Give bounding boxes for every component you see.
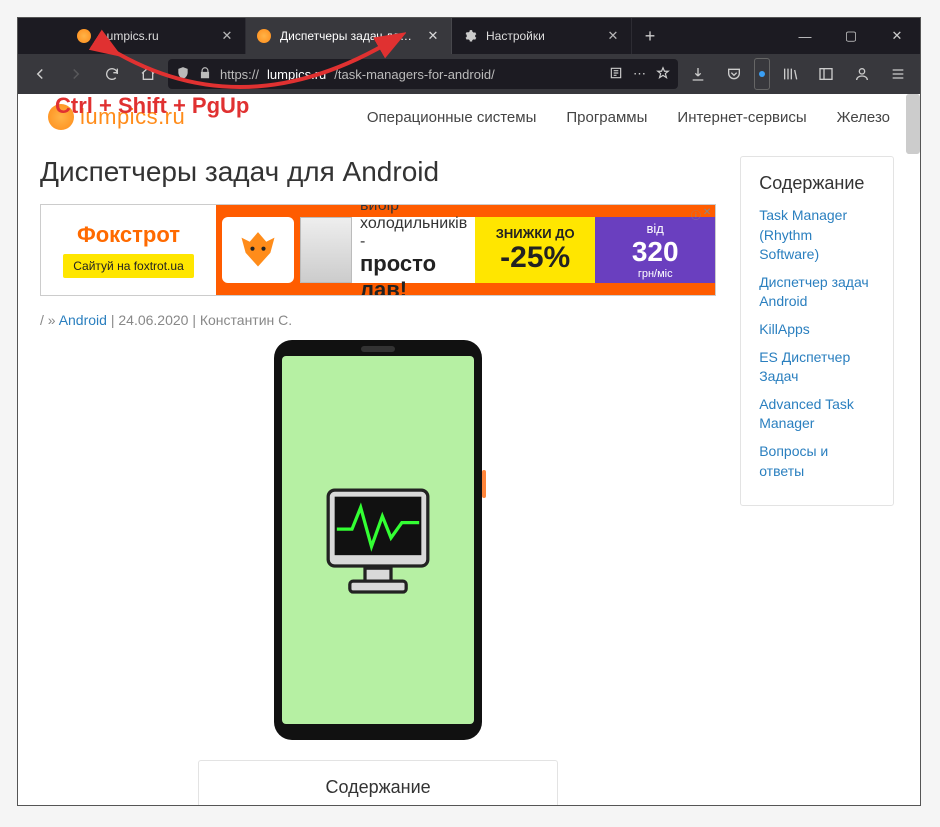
toc-link[interactable]: KillApps [759,320,875,340]
ad-price-from: від [647,221,664,236]
ad-price-value: 320 [632,236,679,268]
ad-close-icon[interactable]: ✕ [703,207,711,222]
ad-text-1: вибір холодильників - [360,204,467,251]
home-button[interactable] [132,58,164,90]
ad-price-unit: грн/міс [638,268,673,280]
maximize-button[interactable]: ▢ [828,18,874,54]
tab-title: Lumpics.ru [100,29,211,43]
pocket-icon[interactable] [718,58,750,90]
orange-favicon-icon [256,28,272,44]
tabstrip-lead-space [18,18,66,54]
forward-button[interactable] [60,58,92,90]
tab-settings[interactable]: Настройки ✕ [452,18,632,54]
sidebar: Содержание Task Manager (Rhythm Software… [740,156,894,805]
fox-icon [222,217,294,283]
address-bar[interactable]: https:// lumpics.ru/task-managers-for-and… [168,59,678,89]
library-icon[interactable] [774,58,806,90]
toc-card-bottom: Содержание Task Manager (Rhythm Software… [198,760,558,805]
nav-internet[interactable]: Интернет-сервисы [677,109,806,126]
orange-logo-icon [48,104,74,130]
toc-link[interactable]: ES Диспетчер Задач [759,348,875,387]
ad-text-2: просто лав! [360,251,467,296]
shield-icon [176,66,190,83]
nav-bar: https:// lumpics.ru/task-managers-for-and… [18,54,920,94]
reader-mode-icon[interactable] [609,66,623,83]
tab-lumpics[interactable]: Lumpics.ru ✕ [66,18,246,54]
back-button[interactable] [24,58,56,90]
site-nav: Операционные системы Программы Интернет-… [367,109,890,126]
ad-discount-label: ЗНИЖКИ ДО [496,226,575,241]
container-indicator-icon[interactable] [754,58,770,90]
close-tab-icon[interactable]: ✕ [605,28,621,44]
site-logo-text: lumpics.ru [80,104,185,130]
article-title: Диспетчеры задач для Android [40,156,716,188]
ad-brand: Фокстрот [77,222,180,248]
scrollbar-thumb[interactable] [906,94,920,154]
fridge-icon [300,217,352,283]
toc-link[interactable]: Advanced Task Manager [759,395,875,434]
ad-brand-button[interactable]: Сайтуй на foxtrot.ua [63,254,194,278]
breadcrumb-link[interactable]: Android [59,312,107,328]
site-header: lumpics.ru Операционные системы Программ… [18,94,920,136]
close-window-button[interactable]: ✕ [874,18,920,54]
nav-os[interactable]: Операционные системы [367,109,537,126]
lock-icon [198,66,212,83]
gear-icon [462,28,478,44]
toc-title: Содержание [759,173,875,194]
ad-banner[interactable]: Фокстрот Сайтуй на foxtrot.ua вибір холо… [40,204,716,296]
orange-favicon-icon [76,28,92,44]
breadcrumb: / » Android | 24.06.2020 | Константин С. [40,312,716,328]
nav-programs[interactable]: Программы [566,109,647,126]
ad-discount-value: -25% [500,241,570,275]
menu-icon[interactable] [882,58,914,90]
close-tab-icon[interactable]: ✕ [425,28,441,44]
bookmark-star-icon[interactable] [656,66,670,83]
page-actions-icon[interactable]: ⋯ [633,66,646,83]
phone-speaker-icon [361,346,395,352]
nav-hardware[interactable]: Железо [837,109,890,126]
tab-title: Диспетчеры задач для Анд [280,29,417,43]
minimize-button[interactable]: — [782,18,828,54]
url-protocol: https:// [220,67,259,82]
tab-title: Настройки [486,29,597,43]
phone-power-button-icon [482,470,486,498]
window-controls: — ▢ ✕ [782,18,920,54]
url-path: /task-managers-for-android/ [334,67,494,82]
page-viewport[interactable]: lumpics.ru Операционные системы Программ… [18,94,920,805]
site-logo[interactable]: lumpics.ru [48,104,185,130]
breadcrumb-meta: | 24.06.2020 | Константин С. [107,312,292,328]
toc-card: Содержание Task Manager (Rhythm Software… [740,156,894,506]
new-tab-button[interactable]: + [632,18,668,54]
browser-window: Lumpics.ru ✕ Диспетчеры задач для Анд ✕ … [17,17,921,806]
toc-link[interactable]: Диспетчер задач Android [759,273,875,312]
toc-link[interactable]: Task Manager (Rhythm Software) [759,206,875,265]
toc-link[interactable]: Вопросы и ответы [759,442,875,481]
ad-info-icon[interactable]: ⓘ [691,207,701,222]
article: Диспетчеры задач для Android Фокстрот Са… [40,156,716,805]
sidebar-icon[interactable] [810,58,842,90]
downloads-icon[interactable] [682,58,714,90]
tab-strip: Lumpics.ru ✕ Диспетчеры задач для Анд ✕ … [18,18,920,54]
monitor-icon [313,475,443,605]
phone-illustration [274,340,482,740]
account-icon[interactable] [846,58,878,90]
close-tab-icon[interactable]: ✕ [219,28,235,44]
reload-button[interactable] [96,58,128,90]
breadcrumb-sep: / » [40,312,59,328]
url-host: lumpics.ru [267,67,326,82]
tab-task-managers[interactable]: Диспетчеры задач для Анд ✕ [246,18,452,54]
toc-title: Содержание [217,777,539,798]
